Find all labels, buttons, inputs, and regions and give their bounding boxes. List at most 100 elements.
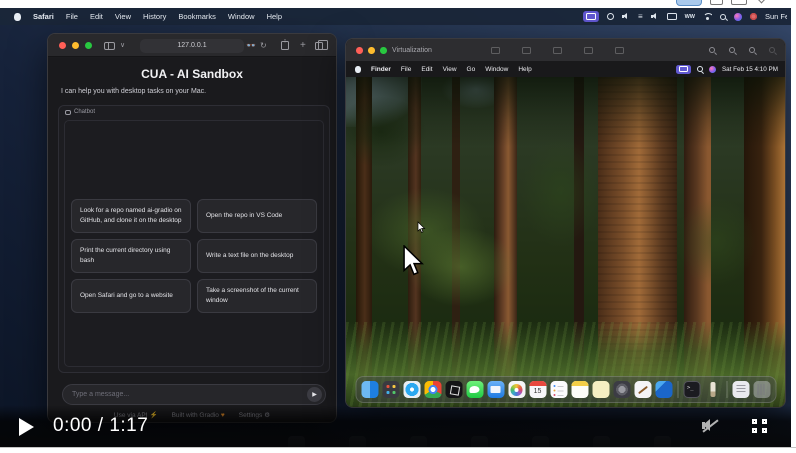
display-icon[interactable] [667, 13, 677, 20]
suggestion-write-file[interactable]: Write a text file on the desktop [197, 239, 317, 273]
suggestion-grid: Look for a repo named ai-gradio on GitHu… [71, 199, 317, 313]
chevron-down-icon[interactable]: ∨ [120, 34, 125, 57]
dock-icon-photos[interactable] [508, 381, 525, 398]
chatbot-label: Chatbot [65, 109, 95, 115]
dock-icon-mail[interactable] [487, 381, 504, 398]
dock-icon-stickies[interactable] [592, 381, 609, 398]
safari-titlebar[interactable]: ∨ ‹ 127.0.0.1 👓 ↻ + [48, 34, 336, 57]
page-bottom-strip [0, 447, 796, 453]
dock-icon-terminal[interactable] [683, 381, 700, 398]
menu-history[interactable]: History [143, 12, 166, 21]
vm-close-button[interactable] [356, 47, 363, 54]
capture-icon[interactable] [769, 47, 775, 53]
video-timestamp: 0:00 / 1:17 [53, 415, 148, 437]
vm-minimize-button[interactable] [368, 47, 375, 54]
siri-icon[interactable] [734, 13, 742, 21]
zoom-fit-icon[interactable] [729, 47, 735, 53]
share-icon[interactable] [281, 34, 289, 57]
vm-toolbar-icon[interactable] [553, 47, 562, 54]
dock-icon-vscode[interactable] [655, 381, 672, 398]
vm-toolbar-icon[interactable] [491, 47, 500, 54]
vm-menu-view[interactable]: View [443, 66, 457, 73]
vm-screen-sharing-icon[interactable] [676, 65, 691, 74]
minimize-button[interactable] [72, 42, 79, 49]
vm-menu-window[interactable]: Window [485, 66, 508, 73]
menu-edit[interactable]: Edit [90, 12, 103, 21]
screen-mirroring-icon[interactable] [583, 11, 599, 22]
vm-menu-edit[interactable]: Edit [421, 66, 432, 73]
menu-window[interactable]: Window [228, 12, 255, 21]
dock-icon-documents[interactable] [732, 381, 749, 398]
message-input[interactable] [72, 391, 307, 398]
close-button[interactable] [59, 42, 66, 49]
sound-icon[interactable] [651, 13, 659, 21]
vm-menu-finder[interactable]: Finder [371, 66, 391, 73]
record-dot-icon[interactable] [750, 13, 757, 20]
keyboard-ww-icon[interactable]: WW [685, 14, 695, 20]
host-clock[interactable]: Sun Feb [765, 12, 787, 21]
vm-zoom-button[interactable] [380, 47, 387, 54]
dock-icon-reminders[interactable] [550, 381, 567, 398]
vm-siri-icon[interactable] [709, 66, 716, 73]
suggestion-print-directory[interactable]: Print the current directory using bash [71, 239, 191, 273]
dock-icon-pen-utility[interactable] [704, 381, 721, 398]
suggestion-open-vscode[interactable]: Open the repo in VS Code [197, 199, 317, 233]
suggestion-clone-repo[interactable]: Look for a repo named ai-gradio on GitHu… [71, 199, 191, 233]
reload-icon[interactable]: ↻ [260, 34, 267, 57]
wifi-icon[interactable] [703, 13, 712, 20]
dock-icon-system-settings[interactable] [613, 381, 630, 398]
dock-icon-chrome[interactable] [424, 381, 441, 398]
menu-bookmarks[interactable]: Bookmarks [178, 12, 216, 21]
menu-view[interactable]: View [115, 12, 131, 21]
vm-menu-file[interactable]: File [401, 66, 411, 73]
tab-overview-icon[interactable] [315, 34, 323, 57]
fullscreen-icon[interactable] [752, 419, 767, 433]
vm-toolbar-icon[interactable] [584, 47, 593, 54]
vm-search-icon[interactable] [697, 66, 703, 72]
vm-clock[interactable]: Sat Feb 15 4:10 PM [722, 66, 778, 73]
zoom-in-icon[interactable] [749, 47, 755, 53]
send-button[interactable]: ▶ [307, 387, 322, 402]
menu-safari[interactable]: Safari [33, 12, 54, 21]
new-tab-icon[interactable]: + [300, 34, 306, 57]
apple-logo-icon[interactable] [14, 13, 21, 21]
dock-icon-dev-box[interactable] [445, 381, 462, 398]
vm-toolbar-icon[interactable] [615, 47, 624, 54]
video-controls: 0:00 / 1:17 [0, 405, 791, 447]
control-sliders-icon[interactable]: ≡ [638, 13, 643, 21]
dock-icon-messages[interactable] [466, 381, 483, 398]
volume-icon[interactable] [622, 13, 630, 21]
sidebar-icon[interactable] [104, 34, 115, 57]
suggestion-open-safari[interactable]: Open Safari and go to a website [71, 279, 191, 313]
host-menubar-left: Safari File Edit View History Bookmarks … [0, 12, 583, 21]
dock-icon-trash[interactable] [753, 381, 770, 398]
host-cursor [402, 245, 425, 277]
zoom-out-icon[interactable] [709, 47, 715, 53]
page-right-strip [791, 0, 796, 453]
mute-icon[interactable] [700, 418, 720, 434]
url-text: 127.0.0.1 [177, 42, 206, 49]
zoom-button[interactable] [85, 42, 92, 49]
reader-icon[interactable]: 👓 [246, 34, 256, 57]
vm-toolbar-icon[interactable] [522, 47, 531, 54]
vm-menu-help[interactable]: Help [518, 66, 531, 73]
dock-icon-calendar[interactable]: 15 [529, 381, 546, 398]
search-icon[interactable] [720, 14, 726, 20]
dock-icon-finder[interactable] [361, 381, 378, 398]
menu-file[interactable]: File [66, 12, 78, 21]
dock-icon-launchpad[interactable] [382, 381, 399, 398]
dock-icon-textedit[interactable] [634, 381, 651, 398]
play-button[interactable] [19, 418, 34, 436]
focus-circle-icon[interactable] [607, 13, 614, 20]
vm-toolbar-icons [491, 47, 624, 54]
vm-menu-go[interactable]: Go [467, 66, 476, 73]
host-status-icons: ≡ WW Sun Feb [583, 11, 791, 22]
vm-apple-logo-icon[interactable] [355, 66, 361, 73]
address-bar[interactable]: 127.0.0.1 [140, 39, 244, 53]
suggestion-take-screenshot[interactable]: Take a screenshot of the current window [197, 279, 317, 313]
menu-help[interactable]: Help [267, 12, 282, 21]
message-input-row: ▶ [62, 384, 326, 405]
dock-icon-safari[interactable] [403, 381, 420, 398]
vm-titlebar[interactable]: Virtualization [346, 39, 785, 61]
dock-icon-notes[interactable] [571, 381, 588, 398]
